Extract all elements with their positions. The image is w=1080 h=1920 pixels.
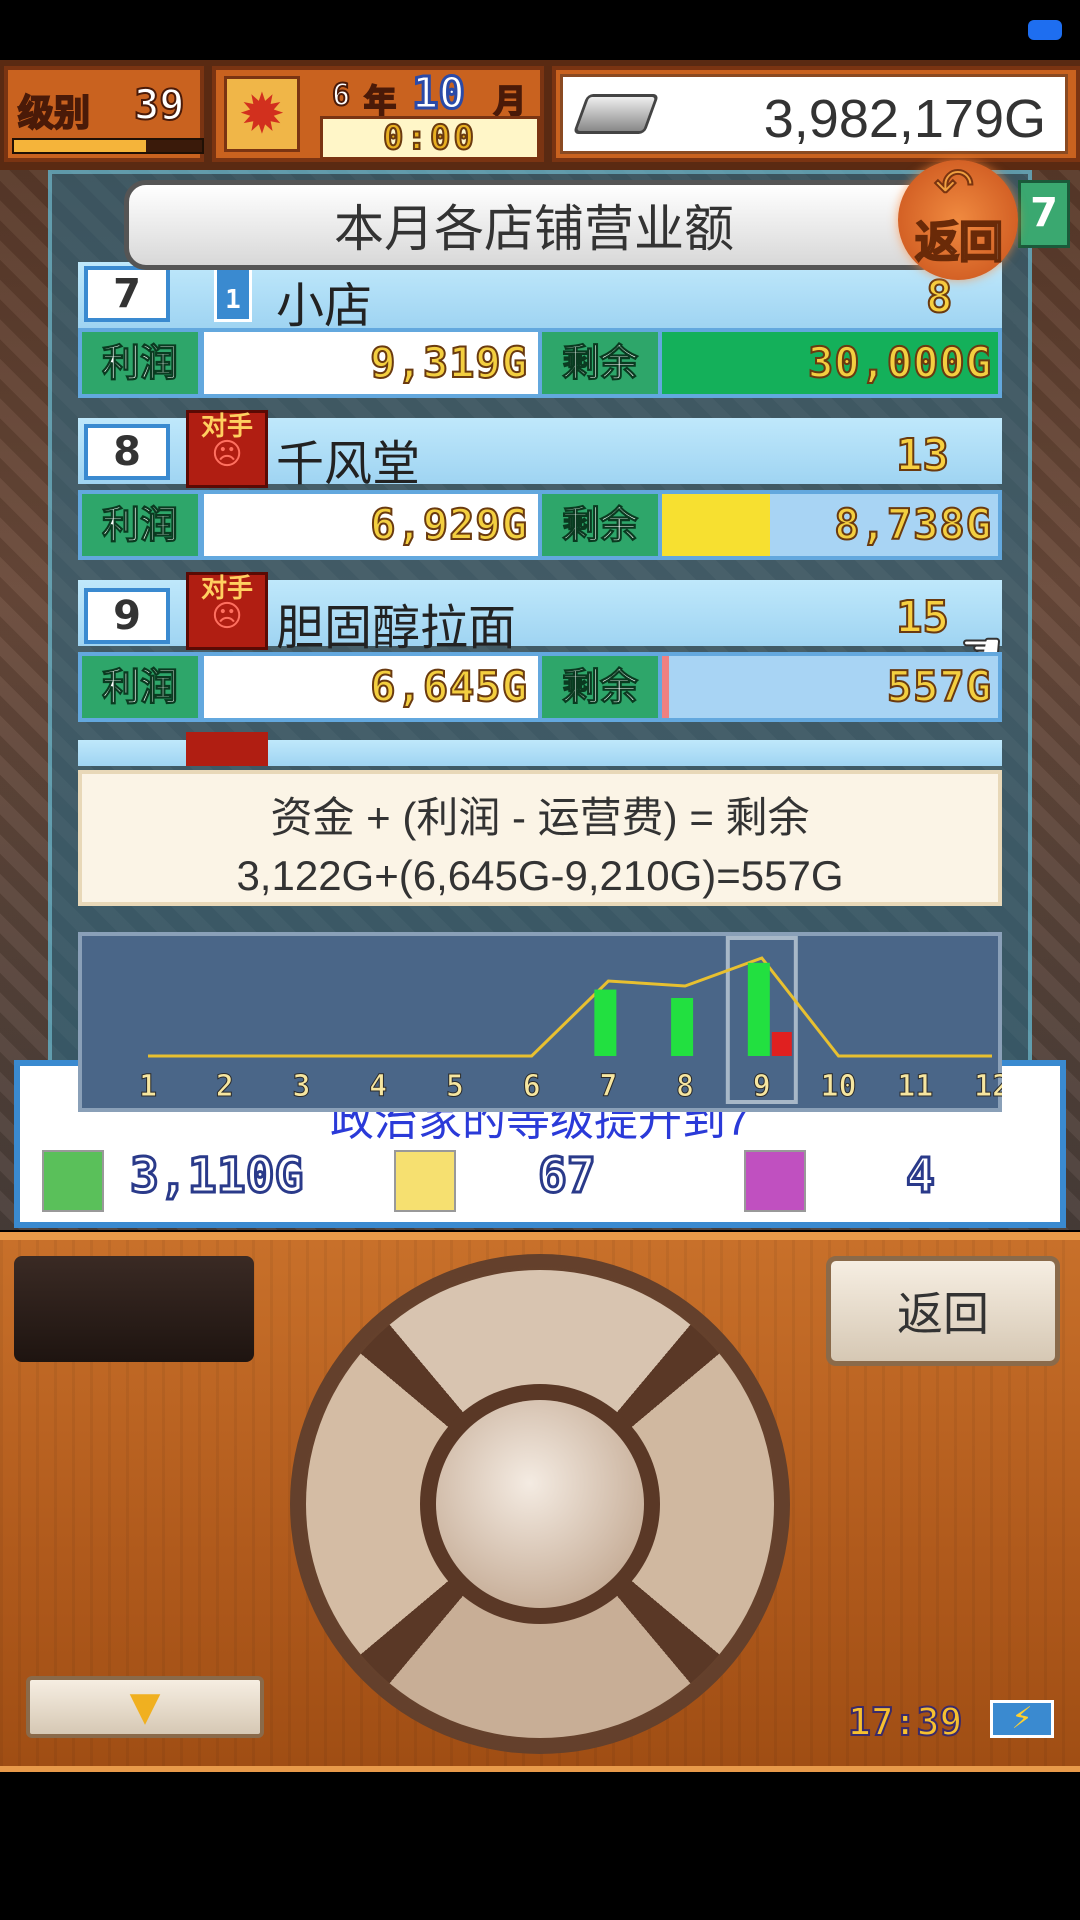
- chart-tick-label: 4: [369, 1069, 387, 1104]
- profit-value: 6,645G: [369, 661, 528, 712]
- shop-name: 千风堂: [276, 438, 421, 491]
- scroll-down-button[interactable]: ▼: [26, 1676, 264, 1738]
- remaining-label: 剩余: [542, 332, 658, 394]
- stat-money: 3,110G: [128, 1147, 304, 1206]
- game-clock: 0:00: [320, 116, 540, 160]
- level-progress-fill: [14, 140, 146, 152]
- month-value: 10: [411, 67, 467, 121]
- chart-bar: [594, 989, 617, 1056]
- chart-bar: [771, 1032, 792, 1056]
- controller-screen: [14, 1256, 254, 1362]
- rival-face-icon: ☹: [211, 437, 243, 472]
- formula-line-2: 3,122G+(6,645G-9,210G)=557G: [236, 852, 844, 899]
- remaining-label: 剩余: [542, 656, 658, 718]
- remaining-fill: [662, 656, 669, 718]
- chart-tick-label: 7: [599, 1069, 617, 1104]
- spoon-icon: [394, 1150, 456, 1212]
- chevron-down-icon: ▼: [129, 1684, 161, 1730]
- battery-icon: ⚡: [990, 1700, 1054, 1738]
- profit-label: 利润: [82, 656, 198, 718]
- monthly-sales-chart: 1 2 3 4 5 6 7 8 9 10 11 12: [138, 936, 1002, 1105]
- chart-tick-label: 12: [974, 1069, 1002, 1104]
- autumn-leaf-icon: ✹: [224, 76, 300, 152]
- status-time: 17:39: [847, 1699, 963, 1745]
- money-bag-icon: [42, 1150, 104, 1212]
- formula-line-1: 资金 + (利润 - 运营费) = 剩余: [270, 794, 810, 841]
- profit-label: 利润: [82, 494, 198, 556]
- rival-face-icon: [744, 1150, 806, 1212]
- chart-tick-label: 2: [216, 1069, 234, 1104]
- shop-score: 15: [895, 591, 950, 644]
- level-label: 级别: [17, 92, 91, 135]
- year-value: 6: [331, 77, 351, 114]
- shop-score: 13: [895, 429, 950, 482]
- chart-tick-label: 10: [820, 1069, 856, 1104]
- controller-back-button[interactable]: 返回: [826, 1256, 1060, 1366]
- profit-label: 利润: [82, 332, 198, 394]
- modal-title: 本月各店铺营业额: [334, 201, 734, 257]
- remaining-value: 557G: [886, 661, 992, 712]
- chart-bar: [671, 998, 694, 1056]
- chart-bar: [747, 962, 770, 1056]
- remaining-value: 30,000G: [807, 337, 992, 388]
- back-button-label: 返回: [914, 216, 1004, 269]
- chart-tick-label: 3: [292, 1069, 310, 1104]
- rank-badge: 9: [84, 588, 170, 644]
- chart-tick-label: 5: [446, 1069, 464, 1104]
- level-value: 39: [133, 79, 186, 130]
- shop-name: 胆固醇拉面: [276, 602, 517, 655]
- stat-rival: 4: [905, 1147, 937, 1206]
- shop-score: 8: [925, 271, 953, 324]
- profit-value: 9,319G: [369, 337, 528, 388]
- profit-value: 6,929G: [369, 499, 528, 550]
- rank-badge: 8: [84, 424, 170, 480]
- rival-badge: [186, 732, 268, 766]
- chart-tick-label: 11: [897, 1069, 933, 1104]
- remaining-value: 8,738G: [833, 499, 992, 550]
- remaining-fill: [662, 494, 770, 556]
- rival-badge: 对手 ☹: [186, 572, 268, 650]
- chart-tick-label: 6: [523, 1069, 541, 1104]
- chart-series-line: [148, 956, 992, 1058]
- chart-tick-label: 9: [753, 1069, 771, 1104]
- silver-ingot-icon: [572, 94, 660, 134]
- remaining-label: 剩余: [542, 494, 658, 556]
- shop-name: 小店: [276, 280, 373, 333]
- rank-badge: 7: [84, 266, 170, 322]
- side-tab[interactable]: 7: [1018, 180, 1070, 248]
- money-value: 3,982,179G: [763, 89, 1046, 149]
- stat-spoon: 67: [537, 1147, 598, 1206]
- rival-face-icon: ☹: [211, 599, 243, 634]
- rival-badge: 对手 ☹: [186, 410, 268, 488]
- sub-rank-badge: 1: [214, 266, 252, 322]
- chart-tick-label: 1: [139, 1069, 157, 1104]
- level-progress-bar: [12, 138, 204, 154]
- chart-tick-label: 8: [676, 1069, 694, 1104]
- status-indicator: [1028, 20, 1062, 40]
- dpad-center-button[interactable]: [436, 1400, 644, 1608]
